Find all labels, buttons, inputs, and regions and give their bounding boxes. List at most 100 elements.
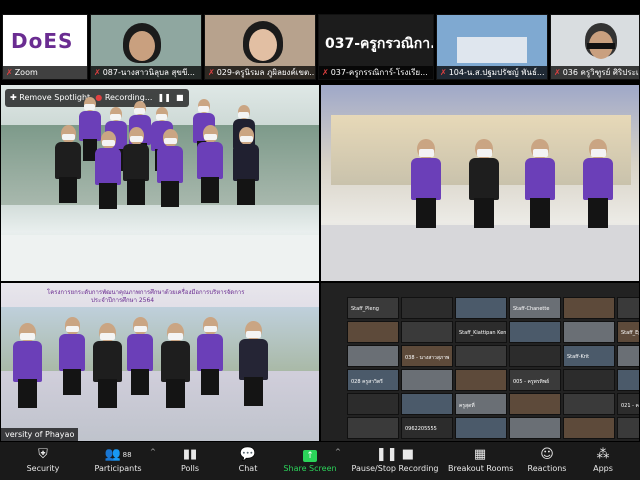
pause-stop-icon: ❚❚ ■ <box>375 447 415 462</box>
gallery-cell <box>617 297 639 319</box>
gallery-cell <box>509 393 561 415</box>
mic-muted-icon: ✗ <box>94 68 101 77</box>
gallery-cell: ครูสุดที่ <box>455 393 507 415</box>
video-tile-spotlight[interactable]: ✚ Remove Spotlight ● Recording... ❚❚ ■ <box>0 84 320 282</box>
gallery-cell-name: 028 ครูสาวิตรี <box>351 379 383 385</box>
thumbnail-participant[interactable]: ✗ 104-น.ส.ปฐมปรัชญ์ พันธ์... <box>436 14 548 80</box>
does-logo: DoES <box>11 29 74 53</box>
apps-icon: ⁂ <box>596 447 610 462</box>
polls-button[interactable]: ▮▮ Polls <box>170 442 210 480</box>
apps-button[interactable]: ⁂ Apps <box>586 442 620 480</box>
gallery-cell <box>455 345 507 367</box>
gallery-cell <box>617 345 639 367</box>
gallery-cell <box>617 417 639 439</box>
gallery-cell <box>455 369 507 391</box>
gallery-cell-name: ครูสุดที่ <box>459 403 475 409</box>
recording-button[interactable]: ❚❚ ■ Pause/Stop Recording <box>350 442 440 480</box>
gallery-cell <box>563 297 615 319</box>
mic-muted-icon: ✗ <box>440 68 447 77</box>
gallery-cell: Staff_Kiattipan Ken <box>455 321 507 343</box>
thumbnail-participant[interactable]: 037-ครูกรวณิกา... ✗ 037-ครูกรรณิการ์-โรงเ… <box>318 14 434 80</box>
gallery-cell-name: Staff-Chanette <box>513 306 550 312</box>
gallery-cell-name: 021 - ครูปิยะ <box>621 403 639 409</box>
gallery-cell <box>401 369 453 391</box>
thumbnail-participant[interactable]: ✗ 029-ครูนิรมล ภูผิลยงค์เขต... <box>204 14 316 80</box>
gallery-cell: 021 - ครูปิยะ <box>617 393 639 415</box>
gallery-cell <box>347 393 399 415</box>
participant-name-large: 037-ครูกรวณิกา... <box>325 36 434 52</box>
gallery-cell <box>401 321 453 343</box>
gallery-cell-name: 0962205555 <box>405 426 437 432</box>
pause-icon[interactable]: ❚❚ <box>158 93 171 102</box>
shield-icon: ⛨ <box>38 447 48 462</box>
gallery-cell: Staff_Eppaphi <box>617 321 639 343</box>
gallery-cell <box>347 417 399 439</box>
participant-thumbnail-strip: DoES ✗ Zoom ✗ 087-นางสาวนิลุบล สุขขี... ✗ 0… <box>0 0 640 84</box>
chevron-up-icon[interactable]: ^ <box>150 448 156 456</box>
spotlight-controls: ✚ Remove Spotlight ● Recording... ❚❚ ■ <box>5 89 189 107</box>
tile-name-label: versity of Phayao <box>1 428 79 441</box>
thumbnail-participant[interactable]: ✗ 087-นางสาวนิลุบล สุขขี... <box>90 14 202 80</box>
gallery-cell <box>509 417 561 439</box>
participant-count: 88 <box>122 451 132 459</box>
gallery-cell: Staff-Chanette <box>509 297 561 319</box>
meeting-toolbar: ⛨ Security 👥 88 Participants ^ ▮▮ Polls 💬… <box>0 442 640 480</box>
gallery-cell <box>563 369 615 391</box>
breakout-rooms-button[interactable]: ▦ Breakout Rooms <box>448 442 513 480</box>
gallery-cell <box>401 393 453 415</box>
smiley-icon: ☺ <box>540 447 554 462</box>
gallery-cell: 005 - ครูพรทิพย์ <box>509 369 561 391</box>
chevron-up-icon[interactable]: ^ <box>335 448 341 456</box>
video-tile[interactable] <box>320 84 640 282</box>
thumbnail-participant[interactable]: ✗ 036 ครูวิฑูรย์ ศิริประเ... <box>550 14 640 80</box>
reactions-button[interactable]: ☺ Reactions <box>524 442 570 480</box>
participants-button[interactable]: 👥 88 Participants <box>88 442 148 480</box>
security-button[interactable]: ⛨ Security <box>18 442 68 480</box>
share-screen-button[interactable]: ↑ Share Screen <box>282 442 338 480</box>
gallery-cell <box>563 393 615 415</box>
thumbnail-name: ✗ 029-ครูนิรมล ภูผิลยงค์เขต... <box>205 66 315 79</box>
gallery-cell <box>509 321 561 343</box>
share-arrow-icon: ↑ <box>303 450 317 462</box>
mic-muted-icon: ✗ <box>208 68 215 77</box>
gallery-cell <box>455 417 507 439</box>
video-tile[interactable]: โครงการยกระดับการพัฒนาคุณภาพการศึกษาด้วย… <box>0 282 320 442</box>
gallery-cell-name: 005 - ครูพรทิพย์ <box>513 379 550 385</box>
thumbnail-name: ✗ 037-ครูกรรณิการ์-โรงเรีย... <box>319 66 433 79</box>
recording-dot-icon: ● <box>95 93 103 102</box>
people-icon: 👥 <box>104 447 121 462</box>
gallery-cell: Staff_Pleng <box>347 297 399 319</box>
gallery-cell: 028 ครูสาวิตรี <box>347 369 399 391</box>
gallery-cell <box>401 297 453 319</box>
gallery-cell-name: Staff-Krit <box>567 354 590 360</box>
mic-muted-icon: ✗ <box>322 68 329 77</box>
thumbnail-name: ✗ 087-นางสาวนิลุบล สุขขี... <box>91 66 201 79</box>
chat-button[interactable]: 💬 Chat <box>228 442 268 480</box>
recording-status: Recording... <box>104 93 153 102</box>
shared-gallery-view[interactable]: Staff_Pleng Staff-Chanette Staff_Kiattipan… <box>320 282 640 442</box>
gallery-cell-name: Staff_Kiattipan Ken <box>459 330 507 336</box>
gallery-cell <box>455 297 507 319</box>
mic-muted-icon: ✗ <box>6 68 13 77</box>
thumbnail-name: ✗ 104-น.ส.ปฐมปรัชญ์ พันธ์... <box>437 66 547 79</box>
gallery-cell <box>617 369 639 391</box>
gallery-cell <box>563 321 615 343</box>
grid-icon: ▦ <box>473 447 487 462</box>
event-banner-year: ประจำปีการศึกษา 2564 <box>91 297 155 304</box>
gallery-cell-name: 038 - นางสาวสุภาพ <box>405 355 450 361</box>
bar-chart-icon: ▮▮ <box>182 447 198 462</box>
thumbnail-name: ✗ 036 ครูวิฑูรย์ ศิริประเ... <box>551 66 639 79</box>
gallery-cell <box>509 345 561 367</box>
gallery-cell-name: Staff_Pleng <box>351 306 379 312</box>
thumbnail-does[interactable]: DoES ✗ Zoom <box>2 14 88 80</box>
thumbnail-name: ✗ Zoom <box>3 66 87 79</box>
gallery-cell <box>347 321 399 343</box>
gallery-cell-name: Staff_Eppaphi <box>621 330 639 336</box>
remove-spotlight-button[interactable]: Remove Spotlight <box>19 93 90 102</box>
gallery-cell: Staff-Krit <box>563 345 615 367</box>
gallery-cell: 0962205555 <box>401 417 453 439</box>
gallery-cell <box>347 345 399 367</box>
stop-icon[interactable]: ■ <box>176 93 184 102</box>
chat-icon: 💬 <box>239 447 257 462</box>
pin-icon: ✚ <box>10 93 17 102</box>
